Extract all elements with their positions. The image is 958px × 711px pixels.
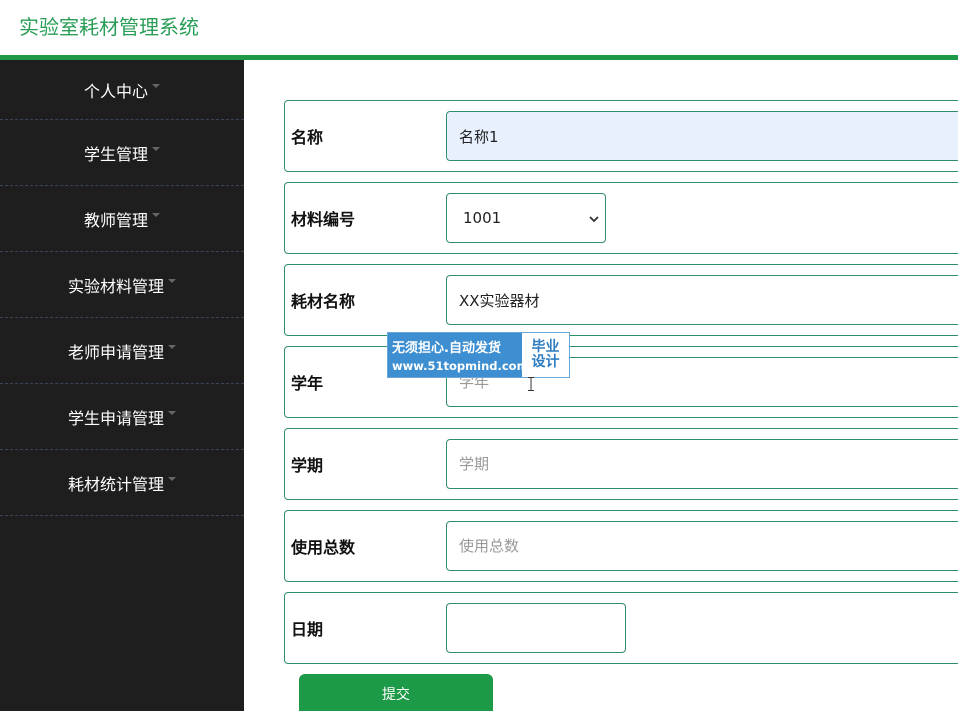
form-row-school-year: 学年 xyxy=(284,346,958,418)
sidebar-item-student-management[interactable]: 学生管理 xyxy=(0,120,244,186)
name-input[interactable] xyxy=(446,111,958,161)
caret-down-icon xyxy=(168,410,176,415)
sidebar-item-label: 学生申请管理 xyxy=(67,408,164,428)
caret-down-icon xyxy=(152,83,160,88)
material-code-label: 材料编号 xyxy=(291,210,356,229)
sidebar-item-label: 耗材统计管理 xyxy=(67,474,164,494)
name-label: 名称 xyxy=(291,128,324,147)
sidebar-item-label: 老师申请管理 xyxy=(67,342,164,362)
caret-down-icon xyxy=(168,344,176,349)
form-row-material-code: 材料编号 1001 xyxy=(284,182,958,254)
caret-down-icon xyxy=(152,212,160,217)
sidebar-item-teacher-management[interactable]: 教师管理 xyxy=(0,186,244,252)
watermark-tag-line2: 设计 xyxy=(531,354,560,370)
sidebar-item-lab-material-management[interactable]: 实验材料管理 xyxy=(0,252,244,318)
text-cursor-icon xyxy=(528,377,534,391)
total-used-input[interactable] xyxy=(446,521,958,571)
watermark-left: 无须担心.自动发货 www.51topmind.com xyxy=(388,333,529,377)
header: 实验室耗材管理系统 xyxy=(0,0,958,55)
total-used-label: 使用总数 xyxy=(291,538,356,557)
form-row-consumable-name: 耗材名称 xyxy=(284,264,958,336)
date-input[interactable] xyxy=(446,603,626,653)
sidebar-item-label: 个人中心 xyxy=(83,81,148,101)
chevron-down-icon xyxy=(589,212,599,226)
watermark-url: www.51topmind.com xyxy=(392,359,529,373)
caret-down-icon xyxy=(168,278,176,283)
sidebar-item-consumable-statistics-management[interactable]: 耗材统计管理 xyxy=(0,450,244,516)
sidebar-item-label: 教师管理 xyxy=(83,210,148,230)
sidebar-item-teacher-application-management[interactable]: 老师申请管理 xyxy=(0,318,244,384)
submit-button[interactable]: 提交 xyxy=(299,674,493,711)
main-content: 名称 材料编号 1001 耗材名称 学年 学期 使用总数 日期 提交 xyxy=(244,60,958,711)
sidebar-item-personal-center[interactable]: 个人中心 xyxy=(0,60,244,120)
caret-down-icon xyxy=(168,476,176,481)
semester-input[interactable] xyxy=(446,439,958,489)
sidebar-item-student-application-management[interactable]: 学生申请管理 xyxy=(0,384,244,450)
school-year-label: 学年 xyxy=(291,374,324,393)
form-row-total-used: 使用总数 xyxy=(284,510,958,582)
sidebar: 个人中心 学生管理 教师管理 实验材料管理 老师申请管理 学生申请管理 耗材统计… xyxy=(0,60,244,711)
form-row-date: 日期 xyxy=(284,592,958,664)
material-code-select[interactable]: 1001 xyxy=(446,193,606,243)
consumable-name-label: 耗材名称 xyxy=(291,292,356,311)
consumable-name-input[interactable] xyxy=(446,275,958,325)
watermark-slogan: 无须担心.自动发货 xyxy=(392,341,501,356)
watermark-tag-line1: 毕业 xyxy=(531,339,560,356)
semester-label: 学期 xyxy=(291,456,324,475)
material-code-selected-value: 1001 xyxy=(463,209,502,227)
watermark-badge: 无须担心.自动发货 www.51topmind.com 毕业 设计 xyxy=(387,332,570,378)
date-label: 日期 xyxy=(291,620,324,639)
watermark-tag: 毕业 设计 xyxy=(522,333,569,377)
sidebar-item-label: 学生管理 xyxy=(83,144,148,164)
form-row-semester: 学期 xyxy=(284,428,958,500)
caret-down-icon xyxy=(152,146,160,151)
sidebar-item-label: 实验材料管理 xyxy=(67,276,164,296)
app-title: 实验室耗材管理系统 xyxy=(19,15,199,39)
form-row-name: 名称 xyxy=(284,100,958,172)
